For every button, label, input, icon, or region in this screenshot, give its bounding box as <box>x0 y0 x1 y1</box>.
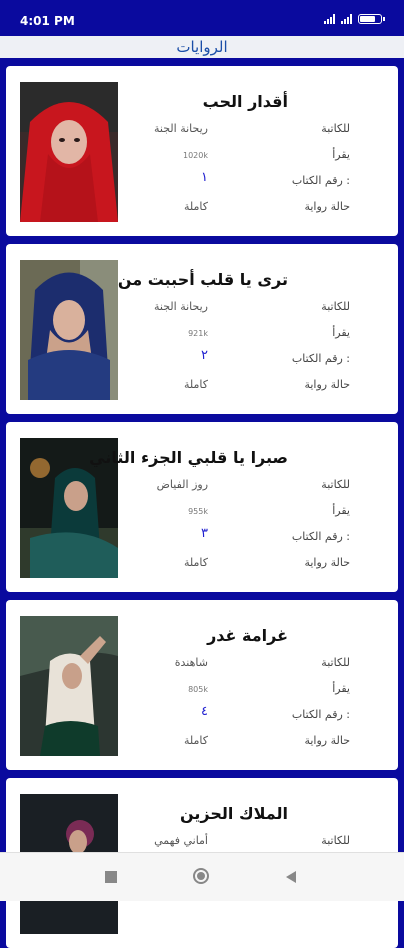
status-value: كاملة <box>183 556 208 569</box>
reads-value: 1020k <box>183 151 208 160</box>
book-title: الملاك الحزين <box>180 804 288 823</box>
reads-label: يقرأ <box>332 148 350 161</box>
circle-icon[interactable] <box>192 867 210 889</box>
author-label: للكاتبة <box>321 656 350 669</box>
author-value: ريحانة الجنة <box>153 300 208 313</box>
square-icon[interactable] <box>104 869 118 888</box>
book-title: ترى يا قلب أحببت من <box>117 270 288 289</box>
book-title: أقدار الحب <box>202 92 288 111</box>
book-card[interactable]: أقدار الحب للكاتبة ريحانة الجنة يقرأ 102… <box>6 66 398 236</box>
author-value: روز الفياض <box>156 478 208 491</box>
author-value: ريحانة الجنة <box>153 122 208 135</box>
book-number-value: ٣ <box>201 526 208 541</box>
author-value: أماني فهمي <box>154 834 208 847</box>
status-time: 4:01 PM <box>20 14 75 28</box>
app-header: الروايات <box>0 36 404 58</box>
status-label: حالة رواية <box>304 378 350 391</box>
status-value: كاملة <box>183 200 208 213</box>
status-label: حالة رواية <box>304 734 350 747</box>
book-number-label: رقم الكتاب : <box>291 352 350 365</box>
book-number-label: رقم الكتاب : <box>291 530 350 543</box>
reads-value: 955k <box>188 507 208 516</box>
book-number-value: ١ <box>201 170 208 185</box>
book-cover-image <box>20 82 118 222</box>
reads-label: يقرأ <box>332 326 350 339</box>
status-bar: 4:01 PM <box>0 0 404 36</box>
book-cover-image <box>20 616 118 756</box>
triangle-back-icon[interactable] <box>284 869 298 888</box>
book-number-label: رقم الكتاب : <box>291 174 350 187</box>
book-number-value: ٤ <box>201 704 208 719</box>
system-nav-bar <box>0 852 404 901</box>
status-value: كاملة <box>183 734 208 747</box>
page-title: الروايات <box>176 38 228 56</box>
author-label: للكاتبة <box>321 834 350 847</box>
reads-label: يقرأ <box>332 504 350 517</box>
signal-icon-2 <box>341 14 352 24</box>
author-value: شاهندة <box>174 656 208 669</box>
author-label: للكاتبة <box>321 478 350 491</box>
reads-label: يقرأ <box>332 682 350 695</box>
author-label: للكاتبة <box>321 122 350 135</box>
book-title: صبرا يا قلبي الجزء الثاني <box>89 448 288 467</box>
status-label: حالة رواية <box>304 200 350 213</box>
status-icons <box>324 14 385 24</box>
author-label: للكاتبة <box>321 300 350 313</box>
book-card[interactable]: صبرا يا قلبي الجزء الثاني للكاتبة روز ال… <box>6 422 398 592</box>
book-number-value: ٢ <box>201 348 208 363</box>
battery-icon <box>358 14 385 24</box>
signal-icon <box>324 14 335 24</box>
book-cover-image <box>20 260 118 400</box>
book-title: غرامة غدر <box>207 626 288 645</box>
book-card[interactable]: غرامة غدر للكاتبة شاهندة يقرأ 805k رقم ا… <box>6 600 398 770</box>
status-label: حالة رواية <box>304 556 350 569</box>
book-card[interactable]: ترى يا قلب أحببت من للكاتبة ريحانة الجنة… <box>6 244 398 414</box>
status-value: كاملة <box>183 378 208 391</box>
reads-value: 805k <box>188 685 208 694</box>
book-number-label: رقم الكتاب : <box>291 708 350 721</box>
reads-value: 921k <box>188 329 208 338</box>
